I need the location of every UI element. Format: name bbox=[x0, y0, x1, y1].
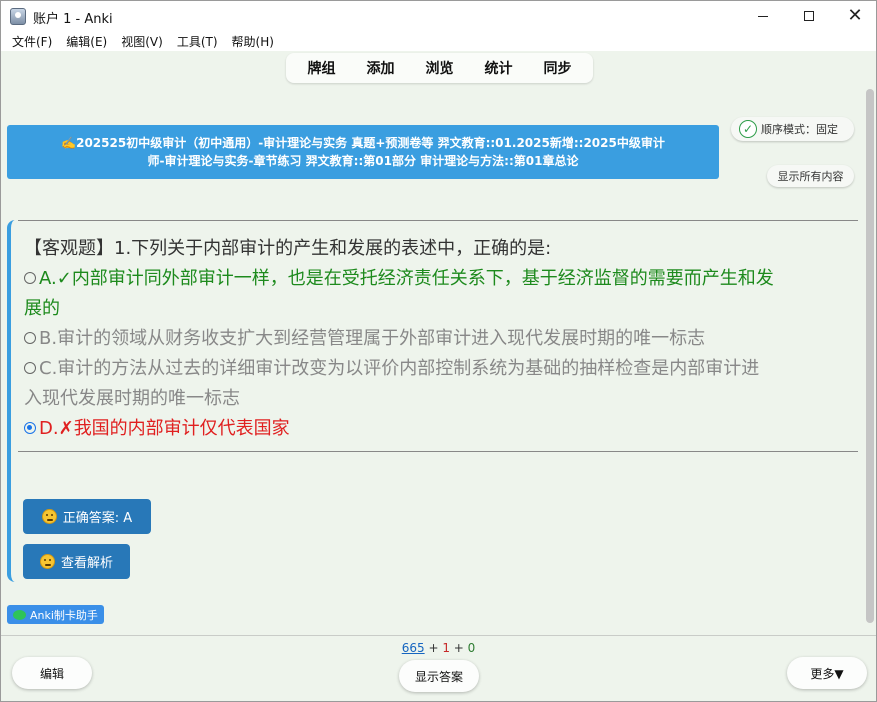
helper-badge-label: Anki制卡助手 bbox=[30, 608, 98, 622]
correct-mark-icon: ✓ bbox=[56, 268, 72, 289]
close-button[interactable]: ✕ bbox=[832, 1, 877, 31]
radio-a[interactable] bbox=[24, 272, 36, 284]
option-d[interactable]: D.✗我国的内部审计仅代表国家 bbox=[24, 414, 862, 444]
question-content: 【客观题】1.下列关于内部审计的产生和发展的表述中，正确的是: A.✓内部审计同… bbox=[24, 234, 862, 444]
maximize-button[interactable] bbox=[786, 1, 832, 31]
toolbar-sync[interactable]: 同步 bbox=[540, 58, 576, 78]
menu-help[interactable]: 帮助(H) bbox=[225, 33, 281, 50]
toolbar-browse[interactable]: 浏览 bbox=[422, 58, 458, 78]
count-separator-1: + bbox=[424, 641, 443, 655]
close-icon: ✕ bbox=[847, 5, 863, 26]
anki-app-icon bbox=[10, 8, 26, 25]
anki-helper-badge[interactable]: Anki制卡助手 bbox=[7, 605, 104, 624]
radio-b[interactable] bbox=[24, 332, 36, 344]
toolbar-decks[interactable]: 牌组 bbox=[304, 58, 340, 78]
menu-file[interactable]: 文件(F) bbox=[5, 33, 59, 50]
wechat-icon bbox=[13, 609, 26, 620]
learn-count: 1 bbox=[442, 641, 450, 655]
radio-d-selected[interactable] bbox=[24, 422, 36, 434]
scrollbar-thumb[interactable] bbox=[866, 89, 874, 623]
option-a-text: 内部审计同外部审计一样，也是在受托经济责任关系下，基于经济监督的需要而产生和发 bbox=[71, 268, 774, 289]
title-bar: 账户 1 - Anki ✕ bbox=[1, 1, 876, 31]
toolbar-stats[interactable]: 统计 bbox=[481, 58, 517, 78]
correct-answer-button[interactable]: 正确答案: A bbox=[23, 499, 151, 534]
deck-path-line-2: 师-审计理论与实务-章节练习 羿文教育::第01部分 审计理论与方法::第01章… bbox=[147, 154, 579, 168]
option-a-prefix: A. bbox=[39, 268, 57, 289]
option-d-text: 我国的内部审计仅代表国家 bbox=[73, 418, 290, 439]
menu-view[interactable]: 视图(V) bbox=[114, 33, 170, 50]
toolbar-add[interactable]: 添加 bbox=[363, 58, 399, 78]
edit-button[interactable]: 编辑 bbox=[12, 657, 92, 689]
menu-bar: 文件(F) 编辑(E) 视图(V) 工具(T) 帮助(H) bbox=[1, 31, 876, 51]
option-c-continuation: 入现代发展时期的唯一标志 bbox=[24, 388, 240, 409]
minimize-icon bbox=[758, 15, 768, 17]
show-answer-button[interactable]: 显示答案 bbox=[399, 660, 479, 692]
question-top-divider bbox=[18, 220, 858, 221]
correct-answer-label: 正确答案: A bbox=[62, 511, 133, 526]
more-button[interactable]: 更多▼ bbox=[787, 657, 867, 689]
option-c[interactable]: C.审计的方法从过去的详细审计改变为以评价内部控制系统为基础的抽样检查是内部审计… bbox=[24, 354, 862, 384]
option-d-prefix: D. bbox=[39, 418, 59, 439]
main-toolbar: 牌组 添加 浏览 统计 同步 bbox=[286, 53, 593, 83]
order-mode-label: 顺序模式：固定 bbox=[761, 123, 838, 136]
check-circle-icon: ✓ bbox=[739, 120, 757, 138]
minimize-button[interactable] bbox=[740, 1, 786, 31]
question-bottom-divider bbox=[18, 451, 858, 452]
order-mode-toggle[interactable]: ✓ 顺序模式：固定 bbox=[731, 117, 854, 141]
option-a-continuation: 展的 bbox=[24, 298, 60, 319]
question-stem: 【客观题】1.下列关于内部审计的产生和发展的表述中，正确的是: bbox=[24, 238, 552, 259]
show-all-button[interactable]: 显示所有内容 bbox=[767, 165, 854, 187]
menu-edit[interactable]: 编辑(E) bbox=[59, 33, 114, 50]
view-analysis-label: 查看解析 bbox=[60, 556, 113, 571]
option-c-text: C.审计的方法从过去的详细审计改变为以评价内部控制系统为基础的抽样检查是内部审计… bbox=[39, 358, 760, 379]
vertical-scrollbar[interactable] bbox=[864, 89, 876, 635]
thinking-emoji-icon bbox=[39, 554, 55, 569]
due-counts: 665 + 1 + 0 bbox=[1, 641, 876, 655]
radio-c[interactable] bbox=[24, 362, 36, 374]
option-a[interactable]: A.✓内部审计同外部审计一样，也是在受托经济责任关系下，基于经济监督的需要而产生… bbox=[24, 264, 862, 294]
deck-path-line-1: ✍️202525初中级审计（初中通用）-审计理论与实务 真题+预测卷等 羿文教育… bbox=[61, 136, 665, 150]
window-title: 账户 1 - Anki bbox=[33, 12, 113, 27]
menu-tools[interactable]: 工具(T) bbox=[170, 33, 225, 50]
deck-path-banner: ✍️202525初中级审计（初中通用）-审计理论与实务 真题+预测卷等 羿文教育… bbox=[7, 125, 719, 179]
new-count[interactable]: 665 bbox=[402, 641, 425, 655]
view-analysis-button[interactable]: 查看解析 bbox=[23, 544, 130, 579]
review-count: 0 bbox=[467, 641, 476, 655]
maximize-icon bbox=[804, 11, 814, 21]
wrong-mark-icon: ✗ bbox=[58, 418, 74, 439]
card-view: ✍️202525初中级审计（初中通用）-审计理论与实务 真题+预测卷等 羿文教育… bbox=[2, 89, 864, 635]
smile-emoji-icon bbox=[41, 509, 57, 524]
toolbar-area: 牌组 添加 浏览 统计 同步 bbox=[1, 51, 876, 89]
count-separator-2: + bbox=[449, 641, 468, 655]
option-b-text: B.审计的领域从财务收支扩大到经营管理属于外部审计进入现代发展时期的唯一标志 bbox=[39, 328, 706, 349]
option-b[interactable]: B.审计的领域从财务收支扩大到经营管理属于外部审计进入现代发展时期的唯一标志 bbox=[24, 324, 862, 354]
bottom-bar: 665 + 1 + 0 编辑 显示答案 更多▼ bbox=[1, 635, 876, 701]
anki-window: 账户 1 - Anki ✕ 文件(F) 编辑(E) 视图(V) 工具(T) 帮助… bbox=[0, 0, 877, 702]
